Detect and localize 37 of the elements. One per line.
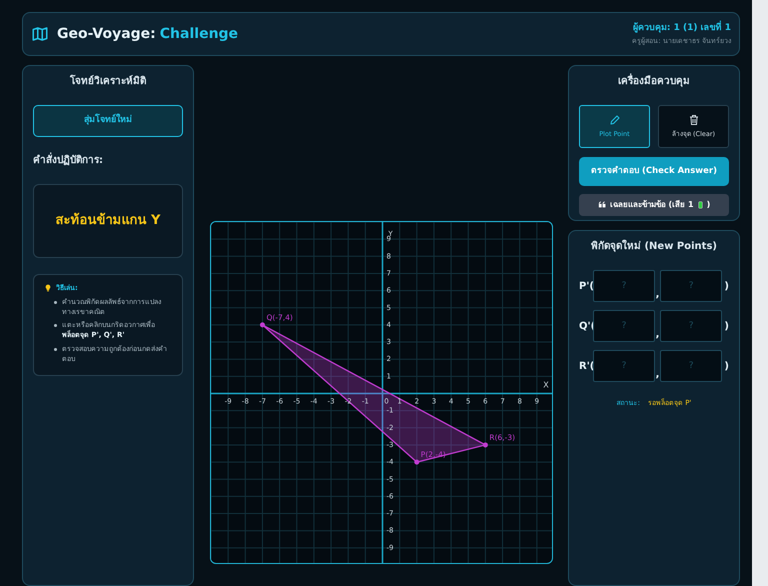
map-icon xyxy=(31,25,49,43)
mode-title: Challenge xyxy=(160,24,238,44)
axis-label: X xyxy=(542,380,548,390)
separator-text: , xyxy=(655,368,660,382)
point-label: P'( xyxy=(579,280,593,294)
instruction-label: คำสั่งปฏิบัติการ: xyxy=(33,152,104,168)
pencil-icon xyxy=(608,114,620,126)
app-title: Geo-Voyage: xyxy=(57,24,156,44)
coordinate-field[interactable]: ? xyxy=(660,310,722,342)
trash-icon xyxy=(688,114,700,126)
data-point xyxy=(259,322,264,328)
coordinate-field[interactable]: ? xyxy=(660,270,722,302)
battery-icon xyxy=(696,200,704,210)
data-point xyxy=(482,442,488,448)
bracket-text: ) xyxy=(723,360,729,374)
bracket-text: ) xyxy=(723,320,729,334)
bullet-icon xyxy=(54,348,57,351)
data-point xyxy=(414,460,419,465)
panel-title: พิกัดจุดใหม่ (New Points) xyxy=(590,239,718,254)
coordinate-field[interactable]: ? xyxy=(593,350,655,382)
separator-text: , xyxy=(655,328,660,342)
panel-title: โจทย์วิเคราะห์มิติ xyxy=(69,74,147,89)
point-label: R'( xyxy=(579,360,593,374)
coordinate-field[interactable]: ? xyxy=(660,350,722,382)
skip-button[interactable]: เฉลยและข้ามข้อ (เสีย 1 ) xyxy=(579,194,729,216)
bullet-icon xyxy=(54,301,57,304)
quote-icon xyxy=(598,200,607,210)
task-text: สะท้อนข้ามแกน Y xyxy=(56,212,160,230)
new-mission-button[interactable]: สุ่มโจทย์ใหม่ xyxy=(33,105,183,136)
panel-title: เครื่องมือควบคุม xyxy=(579,74,729,89)
player-info: ผู้ควบคุม: 1 (1) เลขที่ 1 xyxy=(632,22,731,36)
bracket-text: ) xyxy=(723,280,729,294)
separator-text: , xyxy=(655,288,660,302)
bullet-icon xyxy=(54,324,57,328)
coordinate-field[interactable]: ? xyxy=(593,310,655,342)
coordinate-field[interactable]: ? xyxy=(593,270,655,302)
lightbulb-icon xyxy=(44,284,52,292)
